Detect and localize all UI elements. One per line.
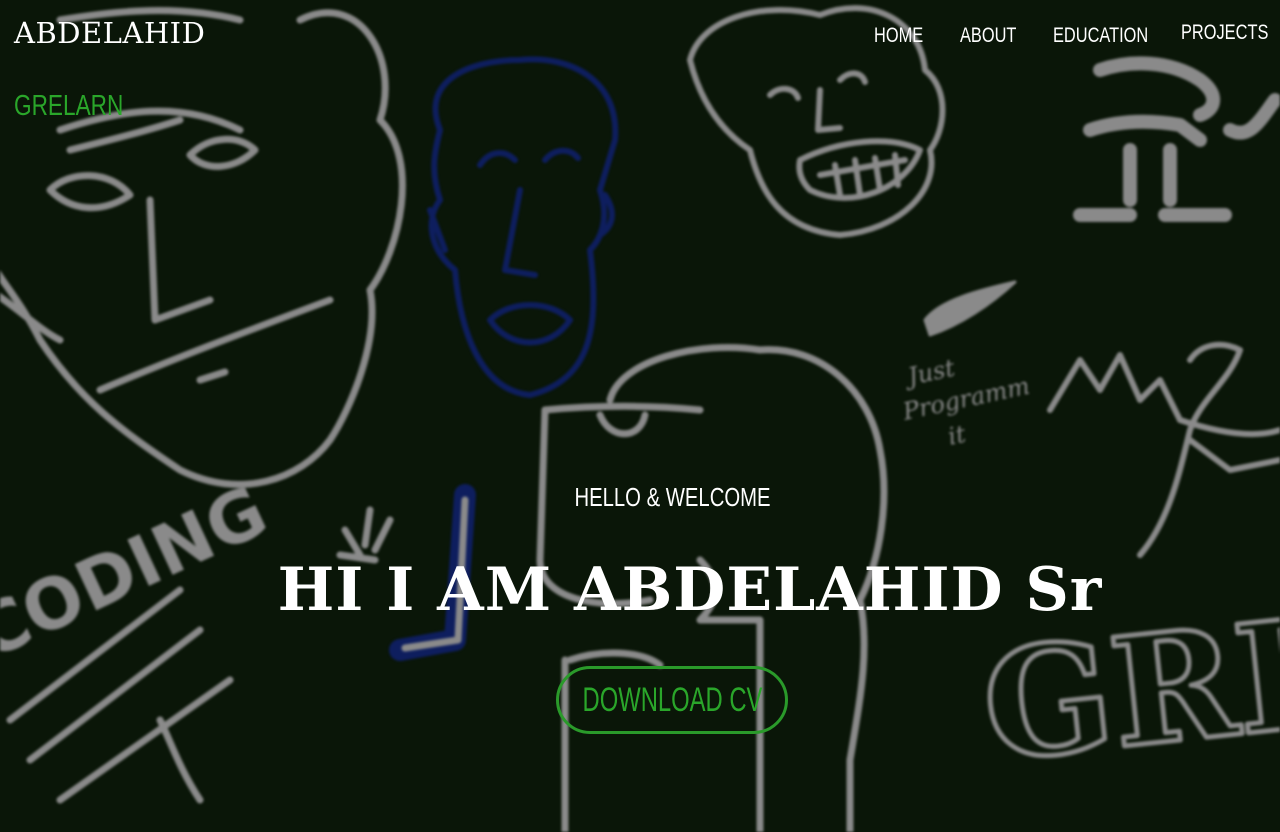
site-logo-text[interactable]: ABDELAHID (14, 16, 205, 50)
download-cv-label: DOWNLOAD CV (582, 680, 762, 719)
nav-education-link[interactable]: EDUCATION (1053, 24, 1148, 48)
site-sub-brand: GRELARN (14, 90, 124, 122)
doodle-text-just: Just (901, 354, 958, 392)
nav-about-link[interactable]: ABOUT (960, 24, 1016, 48)
main-nav: HOME ABOUT EDUCATION PROJECTS (860, 21, 1280, 54)
nav-home-link[interactable]: HOME (874, 24, 923, 48)
hero-title: HI I AM ABDELAHID Sr (277, 555, 1103, 625)
doodle-text-it: it (945, 420, 968, 451)
hero-kicker: HELLO & WELCOME (574, 482, 771, 512)
nav-projects-link[interactable]: PROJECTS (1181, 21, 1268, 45)
download-cv-button[interactable]: DOWNLOAD CV (556, 666, 788, 734)
